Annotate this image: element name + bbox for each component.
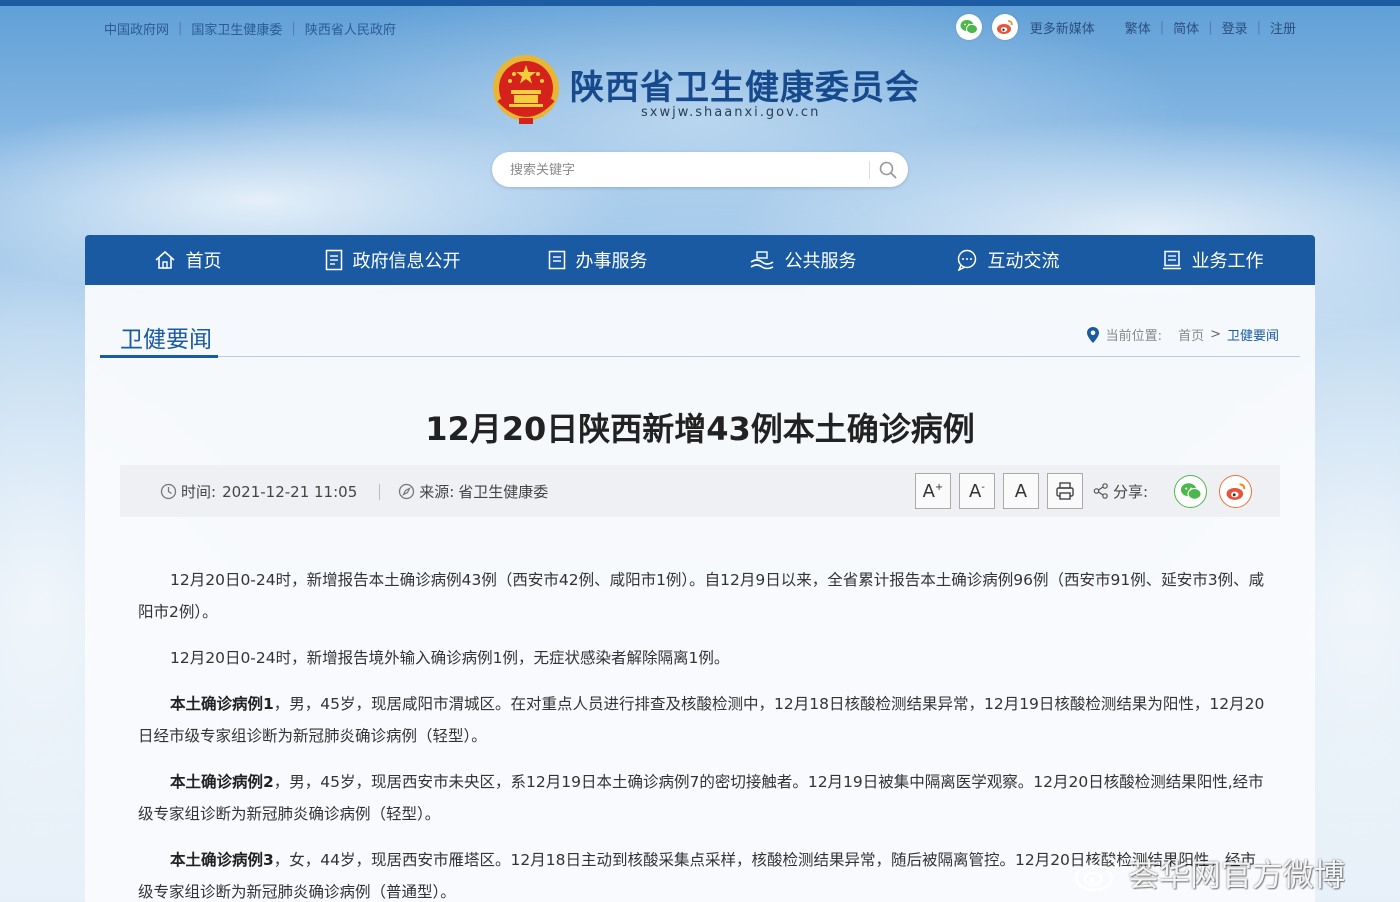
nav-label: 办事服务 (575, 251, 648, 272)
print-button[interactable] (1046, 473, 1083, 509)
chat-icon (957, 249, 976, 271)
clock-icon (160, 483, 177, 500)
font-increase-button[interactable]: A + (914, 473, 951, 509)
top-strip (0, 0, 1400, 6)
more-media-link[interactable]: 更多新媒体 (1030, 18, 1095, 37)
main-nav: 首页 政府信息公开 办事服务 公共服务 互动交流 业务工作 (85, 235, 1315, 285)
top-links: 中国政府网 | 国家卫生健康委 | 陕西省人民政府 (104, 19, 396, 38)
nav-services[interactable]: 办事服务 (495, 235, 700, 285)
article-meta-bar: 时间: 2021-12-21 11:05 来源: 省卫生健康委 A + A- A … (120, 465, 1280, 517)
separator: | (1208, 19, 1213, 35)
site-domain: sxwjw.shaanxi.gov.cn (641, 105, 821, 120)
paragraph-text: 12月20日0-24时，新增报告境外输入确诊病例1例，无症状感染者解除隔离1例。 (170, 649, 730, 667)
weibo-icon (1226, 482, 1245, 500)
search-divider (869, 161, 870, 179)
paragraph-lead: 本土确诊病例3 (170, 851, 274, 869)
paragraph-lead: 本土确诊病例1 (170, 695, 274, 713)
breadcrumb-home[interactable]: 首页 (1178, 325, 1204, 344)
work-icon (1162, 250, 1181, 270)
site-name[interactable]: 陕西省卫生健康委员会 (570, 60, 920, 109)
traditional-chinese-link[interactable]: 繁体 (1125, 18, 1151, 37)
article-meta: 时间: 2021-12-21 11:05 来源: 省卫生健康委 (160, 481, 548, 502)
breadcrumb-separator: > (1210, 327, 1221, 342)
login-link[interactable]: 登录 (1222, 18, 1248, 37)
paragraph-text: 12月20日0-24时，新增报告本土确诊病例43例（西安市42例、咸阳市1例）。… (138, 571, 1265, 621)
print-icon (1056, 482, 1074, 500)
font-decrease-label: A (968, 480, 982, 502)
nav-gov-info[interactable]: 政府信息公开 (290, 235, 495, 285)
home-icon (154, 250, 175, 269)
section-divider (100, 356, 1300, 357)
share-weibo-button[interactable] (1219, 474, 1252, 508)
location-pin-icon (1086, 326, 1099, 343)
breadcrumb-current[interactable]: 卫健要闻 (1227, 325, 1279, 344)
info-icon (325, 249, 342, 271)
service-icon (548, 250, 565, 270)
search-input[interactable] (510, 159, 850, 181)
location-label: 当前位置: (1105, 329, 1163, 344)
nav-business[interactable]: 业务工作 (1110, 235, 1315, 285)
top-right-links: 更多新媒体 繁体 | 简体 | 登录 | 注册 (955, 14, 1296, 40)
nav-public-services[interactable]: 公共服务 (700, 235, 905, 285)
font-reset-button[interactable]: A (1002, 473, 1039, 509)
paragraph: 本土确诊病例2，男，45岁，现居西安市未央区，系12月19日本土确诊病例7的密切… (138, 766, 1270, 830)
separator: | (1159, 19, 1165, 35)
compass-icon (399, 483, 415, 500)
share-wechat-button[interactable] (1174, 474, 1207, 508)
separator: | (1256, 19, 1261, 35)
font-increase-label: A (922, 480, 935, 502)
source-label: 来源: (419, 483, 455, 501)
nav-label: 互动交流 (987, 251, 1060, 272)
search-icon[interactable] (878, 160, 898, 180)
wechat-icon[interactable] (955, 14, 982, 40)
paragraph: 本土确诊病例1，男，45岁，现居咸阳市渭城区。在对重点人员进行排查及核酸检测中，… (138, 688, 1270, 752)
separator: | (178, 21, 183, 36)
link-gov-cn[interactable]: 中国政府网 (104, 19, 169, 38)
font-reset-label: A (1014, 480, 1028, 502)
share-icon (1093, 483, 1108, 499)
font-decrease-button[interactable]: A- (958, 473, 995, 509)
national-emblem-icon (493, 55, 559, 124)
weibo-icon[interactable] (991, 14, 1018, 40)
minus-icon: - (981, 481, 985, 493)
register-link[interactable]: 注册 (1270, 18, 1296, 37)
share-label: 分享: (1112, 482, 1148, 501)
paragraph: 12月20日0-24时，新增报告本土确诊病例43例（西安市42例、咸阳市1例）。… (138, 564, 1270, 628)
paragraph-text: ，男，45岁，现居西安市未央区，系12月19日本土确诊病例7的密切接触者。12月… (138, 773, 1264, 823)
share-area: 分享: (1093, 481, 1148, 502)
article-tools: A + A- A 分享: (914, 473, 1252, 509)
source-value: 省卫生健康委 (458, 483, 549, 501)
nav-label: 政府信息公开 (352, 251, 461, 272)
nav-home[interactable]: 首页 (85, 235, 290, 285)
watermark: 荟华网官方微博 (1074, 850, 1345, 895)
nav-label: 业务工作 (1191, 251, 1264, 272)
time-label: 时间: (181, 483, 217, 501)
paragraph: 12月20日0-24时，新增报告境外输入确诊病例1例，无症状感染者解除隔离1例。 (138, 642, 1270, 674)
link-nhc[interactable]: 国家卫生健康委 (191, 19, 282, 38)
simplified-chinese-link[interactable]: 简体 (1173, 18, 1199, 37)
nav-label: 首页 (185, 251, 222, 272)
weibo-icon (1074, 856, 1118, 891)
search-box (492, 152, 908, 187)
meta-separator (379, 483, 381, 500)
section-title: 卫健要闻 (120, 327, 212, 353)
paragraph-text: ，男，45岁，现居咸阳市渭城区。在对重点人员进行排查及核酸检测中，12月18日核… (138, 695, 1265, 745)
public-service-icon (750, 251, 773, 270)
nav-label: 公共服务 (784, 251, 857, 272)
nav-interaction[interactable]: 互动交流 (905, 235, 1110, 285)
link-shaanxi-gov[interactable]: 陕西省人民政府 (305, 19, 396, 38)
plus-icon: + (934, 481, 944, 493)
separator: | (291, 21, 296, 36)
section-divider-accent (100, 355, 218, 358)
article-title: 12月20日陕西新增43例本土确诊病例 (425, 410, 975, 448)
wechat-icon (1180, 482, 1202, 500)
paragraph-lead: 本土确诊病例2 (170, 773, 274, 791)
watermark-text: 荟华网官方微博 (1128, 858, 1345, 894)
breadcrumb: 当前位置: 首页 > 卫健要闻 (1086, 325, 1279, 344)
publish-time: 2021-12-21 11:05 (222, 482, 358, 501)
